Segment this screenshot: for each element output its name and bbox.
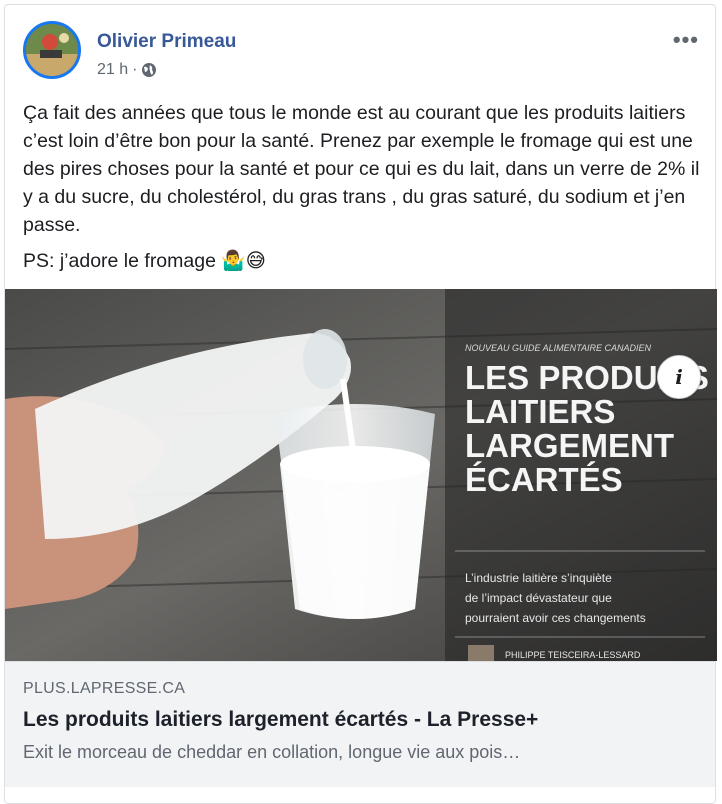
post-meta: 21 h · [97, 61, 157, 79]
image-deck-line-1: L’industrie laitière s’inquiète [465, 571, 612, 585]
avatar-photo [26, 24, 78, 76]
post-body: Ça fait des années que tous le monde est… [23, 99, 713, 283]
link-title[interactable]: Les produits laitiers largement écartés … [23, 708, 538, 732]
link-preview-image[interactable]: NOUVEAU GUIDE ALIMENTAIRE CANADIEN LES P… [5, 289, 717, 661]
post-text-main: Ça fait des années que tous le monde est… [23, 102, 700, 236]
meta-separator: · [132, 61, 138, 78]
link-domain: PLUS.LAPRESSE.CA [23, 680, 186, 697]
image-deck-line-3: pourraient avoir ces changements [465, 611, 646, 625]
image-deck-line-2: de l’impact dévastateur que [465, 591, 612, 605]
avatar[interactable] [23, 21, 81, 79]
link-description: Exit le morceau de cheddar en collation,… [23, 742, 521, 762]
image-headline-line-4: ÉCARTÉS [465, 461, 623, 498]
image-headline-line-2: LAITIERS [465, 393, 615, 430]
post-card: Olivier Primeau 21 h · ••• Ça fait des a… [4, 4, 717, 804]
author-name[interactable]: Olivier Primeau [97, 31, 236, 53]
image-kicker: NOUVEAU GUIDE ALIMENTAIRE CANADIEN [465, 343, 652, 353]
post-ps-text: PS: j’adore le fromage [23, 250, 216, 272]
post-text-ps: PS: j’adore le fromage 🤷‍♂️😅 [23, 247, 713, 275]
article-image: NOUVEAU GUIDE ALIMENTAIRE CANADIEN LES P… [5, 289, 717, 661]
link-preview-caption[interactable]: PLUS.LAPRESSE.CA Les produits laitiers l… [5, 661, 715, 787]
info-button[interactable]: i [657, 355, 701, 399]
image-byline: PHILIPPE TEISCEIRA-LESSARD [505, 650, 641, 660]
globe-icon[interactable] [141, 62, 157, 78]
ps-emojis: 🤷‍♂️😅 [221, 249, 266, 272]
more-options-button[interactable]: ••• [673, 27, 699, 53]
post-timestamp[interactable]: 21 h [97, 61, 128, 79]
image-headline-line-3: LARGEMENT [465, 427, 674, 464]
